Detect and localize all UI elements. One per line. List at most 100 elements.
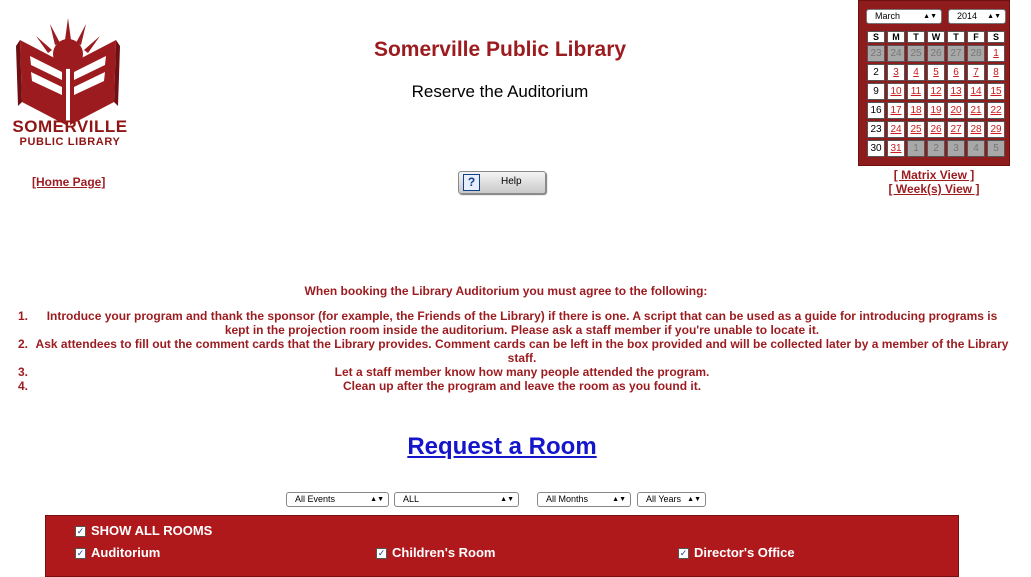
calendar-day-other-month: 23: [867, 45, 885, 62]
year-select[interactable]: 2014 ▲▼: [948, 9, 1006, 24]
rule-number: 3.: [18, 365, 29, 379]
request-room-link[interactable]: Request a Room: [0, 433, 1004, 461]
calendar-day-plain: 9: [867, 83, 885, 100]
rule-text: Introduce your program and thank the spo…: [46, 309, 998, 337]
checkbox-checked-icon[interactable]: ✓: [75, 526, 86, 538]
weekday-header: S: [987, 31, 1005, 43]
weekday-header: W: [927, 31, 945, 43]
calendar-day-other-month: 4: [967, 140, 985, 157]
site-title: Somerville Public Library: [373, 38, 627, 61]
months-filter-select[interactable]: All Months ▲▼: [537, 492, 631, 507]
room-option-childrens-room[interactable]: ✓ Children's Room: [376, 545, 496, 560]
calendar-day-plain: 23: [867, 121, 885, 138]
logo-text: SOMERVILLE PUBLIC LIBRARY: [0, 117, 140, 149]
calendar-day-link[interactable]: 11: [907, 83, 925, 100]
rule-text: Clean up after the program and leave the…: [342, 379, 702, 393]
calendar-day-link[interactable]: 14: [967, 83, 985, 100]
calendar-day-link[interactable]: 15: [987, 83, 1005, 100]
calendar-day-link[interactable]: 19: [927, 102, 945, 119]
years-filter-value: All Years: [646, 494, 682, 504]
rule-text: Ask attendees to fill out the comment ca…: [35, 337, 1009, 365]
category-filter-value: ALL: [403, 494, 420, 504]
checkbox-checked-icon[interactable]: ✓: [75, 548, 86, 560]
calendar-day-other-month: 2: [927, 140, 945, 157]
room-option-directors-office[interactable]: ✓ Director's Office: [678, 545, 795, 560]
weekday-header: T: [907, 31, 925, 43]
calendar-day-link[interactable]: 6: [947, 64, 965, 81]
calendar-week: 9 10 11 12 13 14 15: [867, 83, 1005, 100]
calendar-week: 16 17 18 19 20 21 22: [867, 102, 1005, 119]
weeks-view-link[interactable]: [ Week(s) View ]: [880, 182, 988, 196]
calendar-day-link[interactable]: 5: [927, 64, 945, 81]
room-label: Children's Room: [392, 545, 496, 560]
weekday-header: T: [947, 31, 965, 43]
select-arrows-icon: ▲▼: [370, 496, 384, 503]
show-all-rooms-option[interactable]: ✓ SHOW ALL ROOMS: [75, 523, 212, 538]
calendar-day-link[interactable]: 1: [987, 45, 1005, 62]
calendar-day-link[interactable]: 10: [887, 83, 905, 100]
calendar-day-link[interactable]: 13: [947, 83, 965, 100]
select-arrows-icon: ▲▼: [612, 496, 626, 503]
select-arrows-icon: ▲▼: [687, 496, 701, 503]
month-select[interactable]: March ▲▼: [866, 9, 942, 24]
logo-name: SOMERVILLE: [12, 117, 128, 136]
question-icon: ?: [463, 174, 480, 191]
calendar-grid: S M T W T F S 23 24 25 26 27 28 1 2 3 4 …: [865, 29, 1007, 159]
category-filter-select[interactable]: ALL ▲▼: [394, 492, 519, 507]
matrix-view-link[interactable]: [ Matrix View ]: [880, 168, 988, 182]
checkbox-checked-icon[interactable]: ✓: [376, 548, 387, 560]
rule-number: 2.: [18, 337, 29, 351]
weekday-header: S: [867, 31, 885, 43]
calendar-week: 2 3 4 5 6 7 8: [867, 64, 1005, 81]
calendar-day-other-month: 25: [907, 45, 925, 62]
room-option-auditorium[interactable]: ✓ Auditorium: [75, 545, 160, 560]
page-title: Reserve the Auditorium: [411, 82, 589, 101]
calendar-day-today: 2: [867, 64, 885, 81]
calendar-day-link[interactable]: 12: [927, 83, 945, 100]
calendar-week: 23 24 25 26 27 28 29: [867, 121, 1005, 138]
calendar-day-link[interactable]: 27: [947, 121, 965, 138]
calendar-day-other-month: 28: [967, 45, 985, 62]
show-all-rooms-label: SHOW ALL ROOMS: [91, 523, 213, 538]
calendar-day-link[interactable]: 3: [887, 64, 905, 81]
mini-calendar: March ▲▼ 2014 ▲▼ S M T W T F S 23 24 25 …: [858, 0, 1010, 166]
calendar-day-link[interactable]: 20: [947, 102, 965, 119]
room-filter-panel: ✓ SHOW ALL ROOMS ✓ Auditorium ✓ Children's …: [45, 515, 959, 577]
calendar-day-link[interactable]: 31: [887, 140, 905, 157]
calendar-day-link[interactable]: 29: [987, 121, 1005, 138]
year-select-value: 2014: [957, 11, 978, 21]
rules-heading: When booking the Library Auditorium you …: [304, 284, 708, 298]
calendar-day-link[interactable]: 8: [987, 64, 1005, 81]
rule-number: 1.: [18, 309, 29, 323]
select-arrows-icon: ▲▼: [923, 13, 937, 20]
calendar-day-other-month: 5: [987, 140, 1005, 157]
logo-subtitle: PUBLIC LIBRARY: [19, 136, 121, 148]
calendar-day-link[interactable]: 28: [967, 121, 985, 138]
rule-item: 2. Ask attendees to fill out the comment…: [0, 337, 1012, 365]
help-button[interactable]: ? Help: [458, 171, 546, 194]
years-filter-select[interactable]: All Years ▲▼: [637, 492, 706, 507]
calendar-day-link[interactable]: 26: [927, 121, 945, 138]
checkbox-checked-icon[interactable]: ✓: [678, 548, 689, 560]
weekday-header-row: S M T W T F S: [867, 31, 1005, 43]
home-page-link[interactable]: [Home Page]: [32, 175, 105, 189]
rule-item: 4. Clean up after the program and leave …: [0, 379, 1012, 393]
calendar-day-link[interactable]: 22: [987, 102, 1005, 119]
months-filter-value: All Months: [546, 494, 589, 504]
select-arrows-icon: ▲▼: [987, 13, 1001, 20]
calendar-day-link[interactable]: 18: [907, 102, 925, 119]
calendar-day-link[interactable]: 25: [907, 121, 925, 138]
rule-number: 4.: [18, 379, 29, 393]
calendar-day-link[interactable]: 17: [887, 102, 905, 119]
calendar-day-link[interactable]: 24: [887, 121, 905, 138]
weekday-header: F: [967, 31, 985, 43]
calendar-day-other-month: 1: [907, 140, 925, 157]
calendar-day-link[interactable]: 4: [907, 64, 925, 81]
calendar-week: 30 31 1 2 3 4 5: [867, 140, 1005, 157]
calendar-day-link[interactable]: 7: [967, 64, 985, 81]
calendar-day-link[interactable]: 21: [967, 102, 985, 119]
events-filter-select[interactable]: All Events ▲▼: [286, 492, 389, 507]
month-select-value: March: [875, 11, 901, 21]
calendar-day-other-month: 24: [887, 45, 905, 62]
rule-text: Let a staff member know how many people …: [334, 365, 710, 379]
